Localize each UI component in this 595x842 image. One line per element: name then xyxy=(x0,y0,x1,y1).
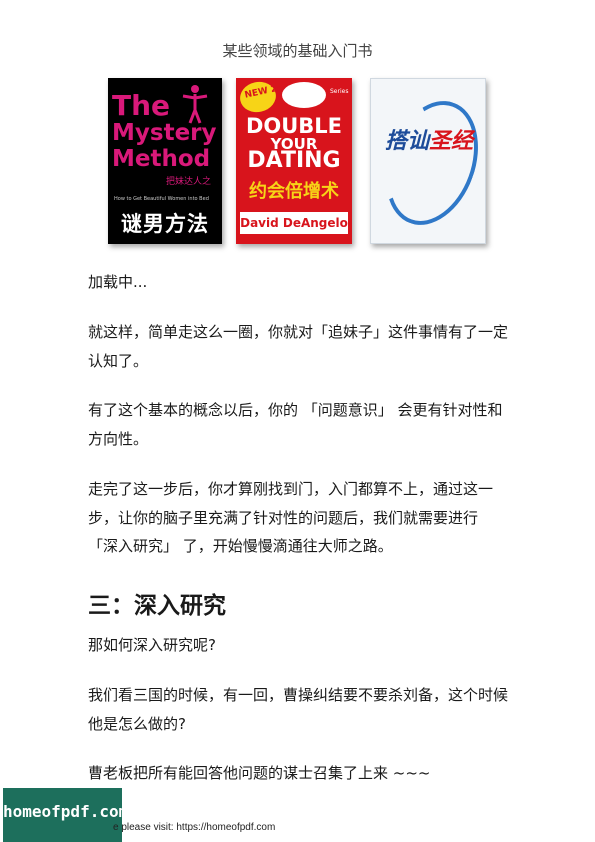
section-heading: 三：深入研究 xyxy=(88,593,226,619)
book-cover-pickup-bible: 搭讪圣经 xyxy=(370,78,486,244)
book2-title-cn: 约会倍增术 xyxy=(249,181,339,202)
watermark-footer: e please visit: https://homeofpdf.com xyxy=(113,822,276,833)
figure-caption: 某些领域的基础入门书 xyxy=(222,42,373,60)
book-cover-double-your-dating: NEW 2nd Edition Series DOUBLE YOUR DATIN… xyxy=(236,78,352,244)
book1-title-line3: Method xyxy=(112,146,211,172)
paragraph-loading: 加载中... xyxy=(88,273,148,291)
book2-title-line1: DOUBLE xyxy=(245,114,343,138)
book2-author: David DeAngelo xyxy=(240,212,348,234)
paragraph-5: 我们看三国的时候，有一回，曹操纠结要不要杀刘备，这个时候他是怎么做的? xyxy=(88,686,509,733)
book-cover-mystery-method: The Mystery Method 把妹达人之 How to Get Beau… xyxy=(108,78,222,244)
series-logo xyxy=(282,82,326,108)
paragraph-2: 有了这个基本的概念以后，你的 「问题意识」 会更有针对性和方向性。 xyxy=(88,401,503,448)
paragraph-6: 曹老板把所有能回答他问题的谋士召集了上来 ~~~ xyxy=(88,764,431,782)
book1-title-line2: Mystery xyxy=(112,120,217,146)
book1-tagline: How to Get Beautiful Women into Bed xyxy=(114,196,209,202)
book1-title-cn: 谜男方法 xyxy=(121,212,209,236)
book1-subtitle: 把妹达人之 xyxy=(166,177,212,187)
paragraph-1: 就这样，简单走这么一圈，你就对「追妹子」这件事情有了一定认知了。 xyxy=(88,323,509,370)
book2-title-line3: DATING xyxy=(247,148,341,173)
book3-title-part1: 搭讪 xyxy=(385,129,430,154)
book3-title: 搭讪圣经 xyxy=(385,123,473,155)
paragraph-3: 走完了这一步后，你才算刚找到门，入门都算不上，通过这一步，让你的脑子里充满了针对… xyxy=(88,480,494,555)
silhouette-icon xyxy=(182,85,208,124)
swirl-graphic xyxy=(371,88,485,238)
book1-title-line1: The xyxy=(112,89,171,122)
watermark-logo[interactable]: homeofpdf.com xyxy=(3,788,129,842)
paragraph-4: 那如何深入研究呢? xyxy=(88,636,216,654)
watermark-logo-text: homeofpdf.com xyxy=(3,802,129,821)
book3-title-part2: 圣经 xyxy=(429,129,474,154)
book2-series-label: Series xyxy=(330,88,349,95)
